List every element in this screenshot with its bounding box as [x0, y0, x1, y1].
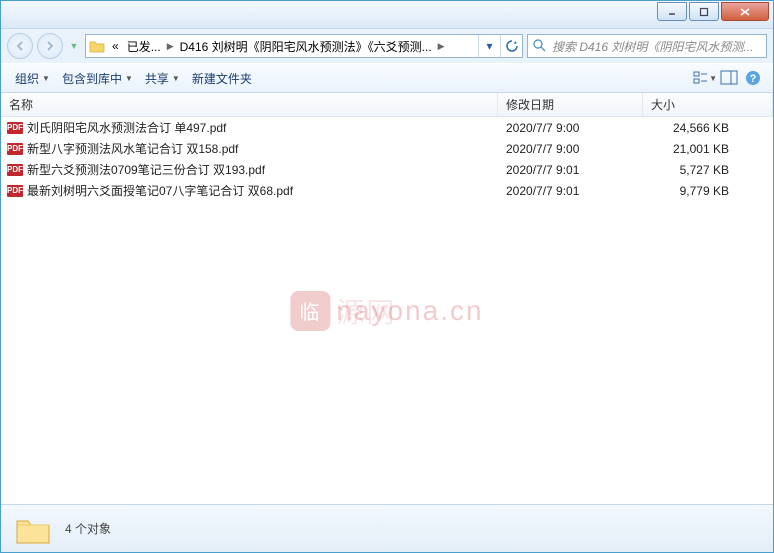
search-placeholder: 搜索 D416 刘树明《阴阳宅风水预测...: [552, 38, 762, 55]
chevron-right-icon[interactable]: ▶: [436, 41, 447, 52]
nav-forward-button[interactable]: [37, 33, 63, 59]
file-date: 2020/7/7 9:00: [498, 142, 643, 156]
address-dropdown-button[interactable]: ▾: [478, 34, 500, 58]
file-name: 新型八字预测法风水笔记合订 双158.pdf: [27, 140, 238, 157]
address-bar[interactable]: « 已发... ▶ D416 刘树明《阴阳宅风水预测法》《六爻预测... ▶ ▾: [85, 34, 523, 58]
breadcrumb-item[interactable]: 已发...: [123, 35, 165, 57]
file-list[interactable]: PDF 刘氏阴阳宅风水预测法合订 单497.pdf 2020/7/7 9:0024,…: [1, 117, 773, 504]
pdf-icon: PDF: [7, 164, 23, 176]
file-size: 21,001 KB: [643, 142, 773, 156]
file-name: 最新刘树明六爻面授笔记07八字笔记合订 双68.pdf: [27, 182, 293, 199]
watermark: 临 nayona.cn 源网: [290, 291, 483, 331]
refresh-button[interactable]: [500, 34, 522, 58]
pdf-icon: PDF: [7, 185, 23, 197]
breadcrumb-item[interactable]: D416 刘树明《阴阳宅风水预测法》《六爻预测...: [176, 35, 436, 57]
file-name: 刘氏阴阳宅风水预测法合订 单497.pdf: [27, 119, 226, 136]
preview-pane-button[interactable]: [717, 66, 741, 90]
file-size: 5,727 KB: [643, 163, 773, 177]
new-folder-button[interactable]: 新建文件夹: [186, 64, 258, 92]
folder-large-icon: [15, 513, 51, 545]
maximize-button[interactable]: [689, 2, 719, 21]
table-row[interactable]: PDF 刘氏阴阳宅风水预测法合订 单497.pdf 2020/7/7 9:0024,…: [1, 117, 773, 138]
minimize-button[interactable]: [657, 2, 687, 21]
window-controls: [655, 2, 769, 21]
status-bar: 4 个对象: [1, 504, 773, 552]
column-header-name[interactable]: 名称: [1, 93, 498, 116]
file-size: 9,779 KB: [643, 184, 773, 198]
breadcrumb-prefix[interactable]: «: [108, 35, 123, 57]
watermark-text2: 源网: [336, 291, 396, 331]
pdf-icon: PDF: [7, 122, 23, 134]
table-row[interactable]: PDF 新型六爻预测法0709笔记三份合订 双193.pdf 2020/7/7 9:…: [1, 159, 773, 180]
nav-history-dropdown[interactable]: ▼: [67, 35, 81, 57]
table-row[interactable]: PDF 最新刘树明六爻面授笔记07八字笔记合订 双68.pdf 2020/7/7 9…: [1, 180, 773, 201]
status-count: 4 个对象: [65, 520, 111, 537]
include-in-library-button[interactable]: 包含到库中▼: [56, 64, 139, 92]
svg-text:?: ?: [750, 73, 757, 85]
file-date: 2020/7/7 9:01: [498, 163, 643, 177]
table-row[interactable]: PDF 新型八字预测法风水笔记合订 双158.pdf 2020/7/7 9:0021…: [1, 138, 773, 159]
file-size: 24,566 KB: [643, 121, 773, 135]
search-input[interactable]: 搜索 D416 刘树明《阴阳宅风水预测...: [527, 34, 767, 58]
file-name: 新型六爻预测法0709笔记三份合订 双193.pdf: [27, 161, 265, 178]
view-options-button[interactable]: ▼: [693, 66, 717, 90]
column-headers: 名称 修改日期 大小: [1, 93, 773, 117]
file-date: 2020/7/7 9:01: [498, 184, 643, 198]
navbar: ▼ « 已发... ▶ D416 刘树明《阴阳宅风水预测法》《六爻预测... ▶…: [1, 29, 773, 63]
search-icon: [532, 38, 548, 54]
pdf-icon: PDF: [7, 143, 23, 155]
chevron-right-icon[interactable]: ▶: [165, 41, 176, 52]
file-date: 2020/7/7 9:00: [498, 121, 643, 135]
watermark-text: nayona.cn: [336, 295, 483, 326]
explorer-window: ▼ « 已发... ▶ D416 刘树明《阴阳宅风水预测法》《六爻预测... ▶…: [0, 0, 774, 553]
nav-back-button[interactable]: [7, 33, 33, 59]
share-button[interactable]: 共享▼: [139, 64, 186, 92]
close-button[interactable]: [721, 2, 769, 21]
toolbar: 组织▼ 包含到库中▼ 共享▼ 新建文件夹 ▼ ?: [1, 63, 773, 93]
help-button[interactable]: ?: [741, 66, 765, 90]
column-header-size[interactable]: 大小: [643, 93, 773, 116]
folder-icon: [88, 37, 106, 55]
column-header-date[interactable]: 修改日期: [498, 93, 643, 116]
organize-button[interactable]: 组织▼: [9, 64, 56, 92]
watermark-badge: 临: [290, 291, 330, 331]
titlebar: [1, 1, 773, 29]
